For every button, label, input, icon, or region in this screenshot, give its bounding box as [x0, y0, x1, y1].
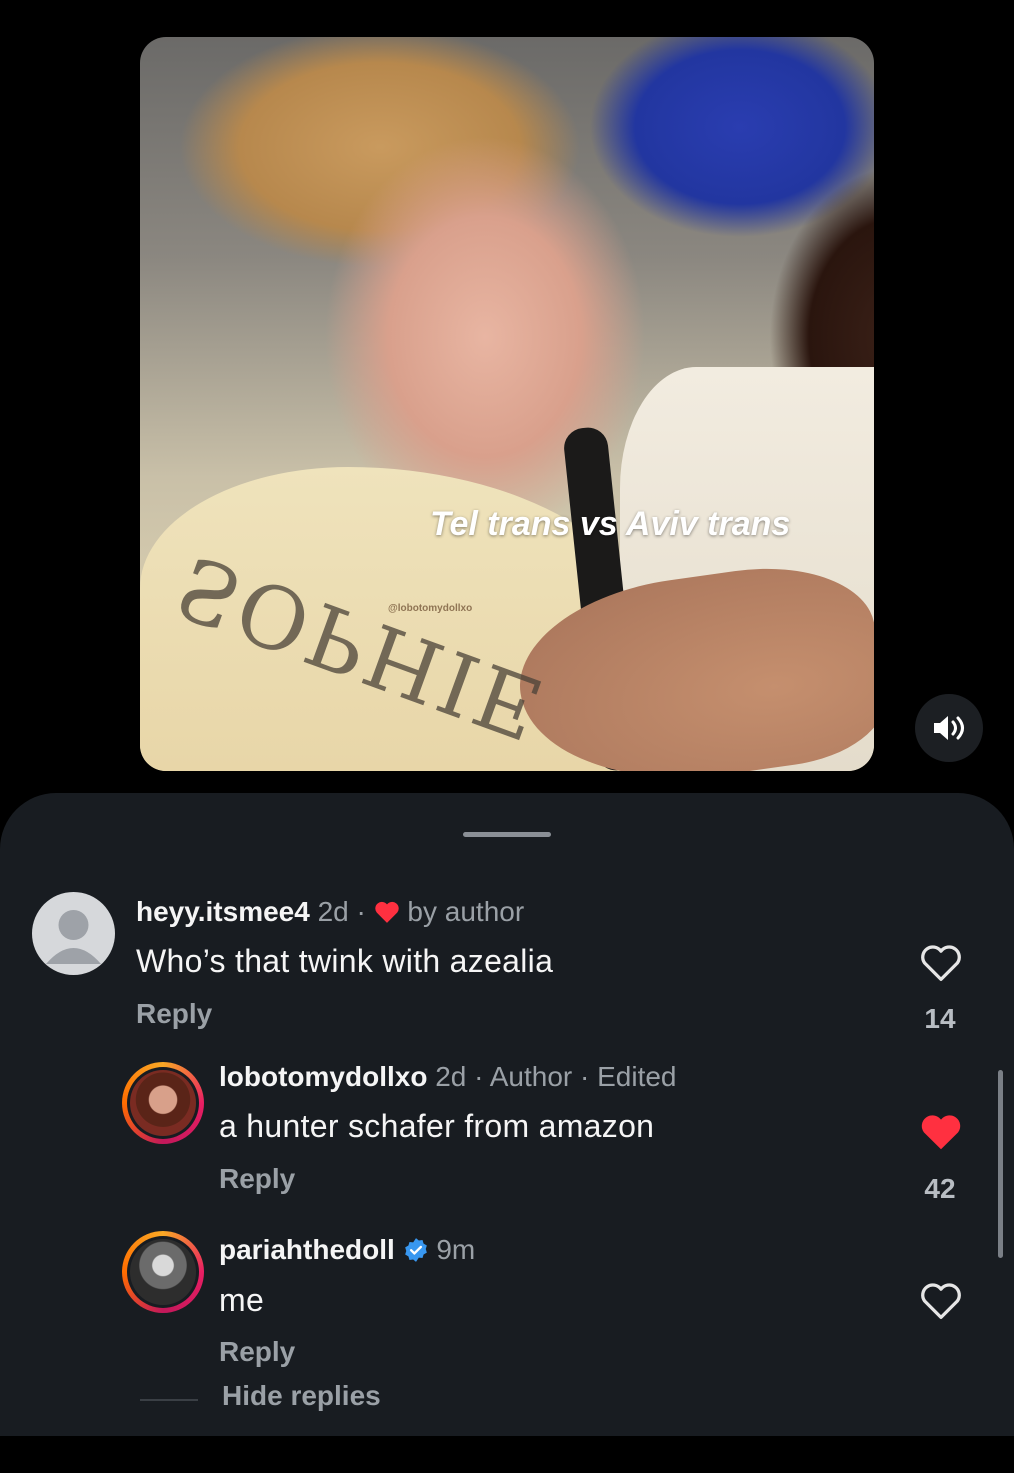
- meta-separator: ·: [356, 896, 366, 927]
- heart-outline-icon[interactable]: [919, 943, 963, 983]
- comment-meta: pariahthedoll 9m: [219, 1234, 475, 1266]
- comment-time: 2d: [317, 896, 349, 927]
- liked-by-author-badge: by author: [407, 896, 525, 927]
- video-watermark: @lobotomydollxo: [388, 603, 473, 614]
- comment-username[interactable]: lobotomydollxo: [219, 1061, 427, 1092]
- edited-label: Edited: [597, 1061, 677, 1092]
- avatar-default[interactable]: [32, 892, 115, 975]
- comment-text: Who’s that twink with azealia: [136, 943, 554, 979]
- meta-separator: ·: [474, 1061, 484, 1092]
- video-caption: Tel trans vs Aviv trans: [430, 505, 791, 543]
- replies-divider: [140, 1399, 198, 1401]
- scrollbar[interactable]: [998, 1070, 1003, 1258]
- reply-button[interactable]: Reply: [136, 998, 212, 1030]
- comments-sheet: heyy.itsmee4 2d · by author Who’s that t…: [0, 793, 1014, 1436]
- avatar: [130, 1070, 196, 1136]
- person-placeholder-icon: [46, 910, 101, 964]
- comment-username[interactable]: heyy.itsmee4: [136, 896, 310, 927]
- verified-badge-icon: [404, 1238, 427, 1262]
- comment-text: me: [219, 1282, 265, 1318]
- avatar-story-ring[interactable]: [122, 1062, 204, 1144]
- sheet-drag-handle[interactable]: [463, 832, 551, 837]
- comment-meta: lobotomydollxo 2d · Author · Edited: [219, 1061, 677, 1093]
- heart-filled-icon[interactable]: [919, 1112, 963, 1152]
- author-label: Author: [489, 1061, 573, 1092]
- sound-toggle-button[interactable]: [915, 694, 983, 762]
- avatar: [130, 1239, 196, 1305]
- reply-button[interactable]: Reply: [219, 1163, 295, 1195]
- meta-separator: ·: [580, 1061, 590, 1092]
- video-player[interactable]: SOPHIE Tel trans vs Aviv trans @lobotomy…: [140, 37, 874, 771]
- avatar-story-ring[interactable]: [122, 1231, 204, 1313]
- comment-time: 2d: [435, 1061, 467, 1092]
- heart-filled-icon: [374, 901, 399, 923]
- comment-time: 9m: [436, 1234, 476, 1265]
- comment-text: a hunter schafer from amazon: [219, 1108, 655, 1144]
- comment-username[interactable]: pariahthedoll: [219, 1234, 395, 1265]
- hide-replies-button[interactable]: Hide replies: [222, 1380, 381, 1412]
- like-count: 14: [924, 1003, 956, 1034]
- speaker-on-icon: [934, 716, 964, 740]
- heart-outline-icon[interactable]: [919, 1281, 963, 1321]
- comment-meta: heyy.itsmee4 2d · by author: [136, 896, 524, 928]
- like-count: 42: [924, 1173, 956, 1204]
- reply-button[interactable]: Reply: [219, 1336, 295, 1368]
